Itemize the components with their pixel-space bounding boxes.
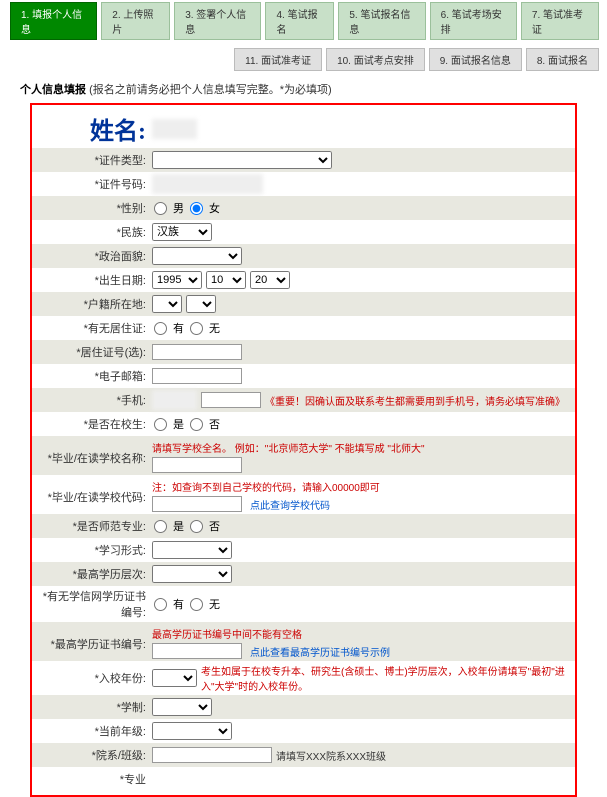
input-school-code[interactable] xyxy=(152,496,242,512)
label-has-xuexin: *有无学信网学历证书编号: xyxy=(32,588,152,620)
hint-edu-cert1: 最高学历证书编号中间不能有空格 xyxy=(152,626,302,641)
label-school-code: *毕业/在读学校代码: xyxy=(32,479,152,505)
value-phone-prefix xyxy=(152,390,197,410)
select-political[interactable] xyxy=(152,247,242,265)
label-dept-class: *院系/班级: xyxy=(32,747,152,763)
label-normal-yes: 是 xyxy=(173,518,184,534)
select-birth-day[interactable]: 20 xyxy=(250,271,290,289)
tab-2-upload-photo[interactable]: 2. 上传照片 xyxy=(101,2,170,40)
select-schooling[interactable] xyxy=(152,698,212,716)
label-email: *电子邮箱: xyxy=(32,368,152,384)
label-study-type: *学习形式: xyxy=(32,542,152,558)
label-gender: *性别: xyxy=(32,200,152,216)
link-edu-cert-example[interactable]: 点此查看最高学历证书编号示例 xyxy=(250,644,390,659)
input-phone[interactable] xyxy=(201,392,261,408)
radio-residence-yes[interactable] xyxy=(154,322,167,335)
radio-xuexin-no[interactable] xyxy=(190,598,203,611)
tab-5-written-info[interactable]: 5. 笔试报名信息 xyxy=(338,2,425,40)
hint-dept-class: 请填写XXX院系XXX班级 xyxy=(276,748,386,763)
label-edu-cert-no: *最高学历证书编号: xyxy=(32,626,152,652)
label-male: 男 xyxy=(173,200,184,216)
label-grade: *当前年级: xyxy=(32,723,152,739)
section-title-text: 个人信息填报 xyxy=(20,84,86,96)
input-dept-class[interactable] xyxy=(152,747,272,763)
radio-female[interactable] xyxy=(190,202,203,215)
label-id-type: *证件类型: xyxy=(32,152,152,168)
tab-8-interview-register[interactable]: 8. 面试报名 xyxy=(526,48,599,71)
input-residence-id[interactable] xyxy=(152,344,242,360)
value-name xyxy=(152,119,197,139)
radio-male[interactable] xyxy=(154,202,167,215)
label-ethnicity: *民族: xyxy=(32,224,152,240)
link-school-code-lookup[interactable]: 点此查询学校代码 xyxy=(250,497,330,512)
select-grade[interactable] xyxy=(152,722,232,740)
section-note: (报名之前请务必把个人信息填写完整。*为必填项) xyxy=(89,84,332,96)
select-birth-month[interactable]: 10 xyxy=(206,271,246,289)
tab-9-interview-info[interactable]: 9. 面试报名信息 xyxy=(429,48,522,71)
radio-normal-no[interactable] xyxy=(190,520,203,533)
label-res-yes: 有 xyxy=(173,320,184,336)
label-enroll-year: *入校年份: xyxy=(32,670,152,686)
select-edu-level[interactable] xyxy=(152,565,232,583)
label-is-normal: *是否师范专业: xyxy=(32,518,152,534)
label-residence-id: *居住证号(选): xyxy=(32,344,152,360)
radio-residence-no[interactable] xyxy=(190,322,203,335)
label-has-residence: *有无居住证: xyxy=(32,320,152,336)
tab-1-personal-info[interactable]: 1. 填报个人信息 xyxy=(10,2,97,40)
tab-4-written-register[interactable]: 4. 笔试报名 xyxy=(265,2,334,40)
label-stu-yes: 是 xyxy=(173,416,184,432)
value-id-no xyxy=(152,174,263,194)
select-hukou-1[interactable] xyxy=(152,295,182,313)
label-stu-no: 否 xyxy=(209,416,220,432)
select-hukou-2[interactable] xyxy=(186,295,216,313)
input-email[interactable] xyxy=(152,368,242,384)
top-tabs-row1: 1. 填报个人信息 2. 上传照片 3. 签署个人信息 4. 笔试报名 5. 笔… xyxy=(0,0,607,42)
radio-student-no[interactable] xyxy=(190,418,203,431)
select-enroll-year[interactable] xyxy=(152,669,197,687)
select-ethnicity[interactable]: 汉族 xyxy=(152,223,212,241)
top-tabs-row2: 11. 面试准考证 10. 面试考点安排 9. 面试报名信息 8. 面试报名 xyxy=(0,46,607,73)
label-schooling: *学制: xyxy=(32,699,152,715)
input-edu-cert-no[interactable] xyxy=(152,643,242,659)
tab-11-interview-ticket[interactable]: 11. 面试准考证 xyxy=(234,48,322,71)
form-area: 姓名: *证件类型: *证件号码: *性别: 男 女 *民族: 汉族 *政治面貌… xyxy=(30,103,577,797)
label-normal-no: 否 xyxy=(209,518,220,534)
label-id-no: *证件号码: xyxy=(32,176,152,192)
label-edu-level: *最高学历层次: xyxy=(32,566,152,582)
select-birth-year[interactable]: 1995 xyxy=(152,271,202,289)
hint-school-code1: 注：如查询不到自己学校的代码，请输入00000即可 xyxy=(152,479,380,494)
label-is-student: *是否在校生: xyxy=(32,416,152,432)
tab-3-sign-info[interactable]: 3. 签署个人信息 xyxy=(174,2,261,40)
label-female: 女 xyxy=(209,200,220,216)
radio-student-yes[interactable] xyxy=(154,418,167,431)
section-header: 个人信息填报 (报名之前请务必把个人信息填写完整。*为必填项) xyxy=(0,73,607,103)
tab-7-written-ticket[interactable]: 7. 笔试准考证 xyxy=(521,2,599,40)
hint-school-name1: 请填写学校全名。 例如："北京师范大学" 不能填写成 "北师大" xyxy=(152,440,425,455)
hint-enroll-year: 考生如属于在校专升本、研究生(含硕士、博士)学历层次，入校年份请填写"最初"进入… xyxy=(201,663,575,693)
select-id-type[interactable] xyxy=(152,151,332,169)
label-name: 姓名: xyxy=(32,111,152,146)
label-hukou: *户籍所在地: xyxy=(32,296,152,312)
label-major: *专业 xyxy=(32,771,152,787)
label-res-no: 无 xyxy=(209,320,220,336)
label-phone: *手机: xyxy=(32,392,152,408)
radio-xuexin-yes[interactable] xyxy=(154,598,167,611)
select-study-type[interactable] xyxy=(152,541,232,559)
tab-6-written-venue[interactable]: 6. 笔试考场安排 xyxy=(430,2,517,40)
label-xuexin-no: 无 xyxy=(209,596,220,612)
label-xuexin-yes: 有 xyxy=(173,596,184,612)
label-school-name: *毕业/在读学校名称: xyxy=(32,440,152,466)
label-birth: *出生日期: xyxy=(32,272,152,288)
tab-10-interview-venue[interactable]: 10. 面试考点安排 xyxy=(326,48,425,71)
label-political: *政治面貌: xyxy=(32,248,152,264)
hint-phone: 《重要！因确认面及联系考生都需要用到手机号，请务必填写准确》 xyxy=(265,393,565,408)
radio-normal-yes[interactable] xyxy=(154,520,167,533)
input-school-name[interactable] xyxy=(152,457,242,473)
